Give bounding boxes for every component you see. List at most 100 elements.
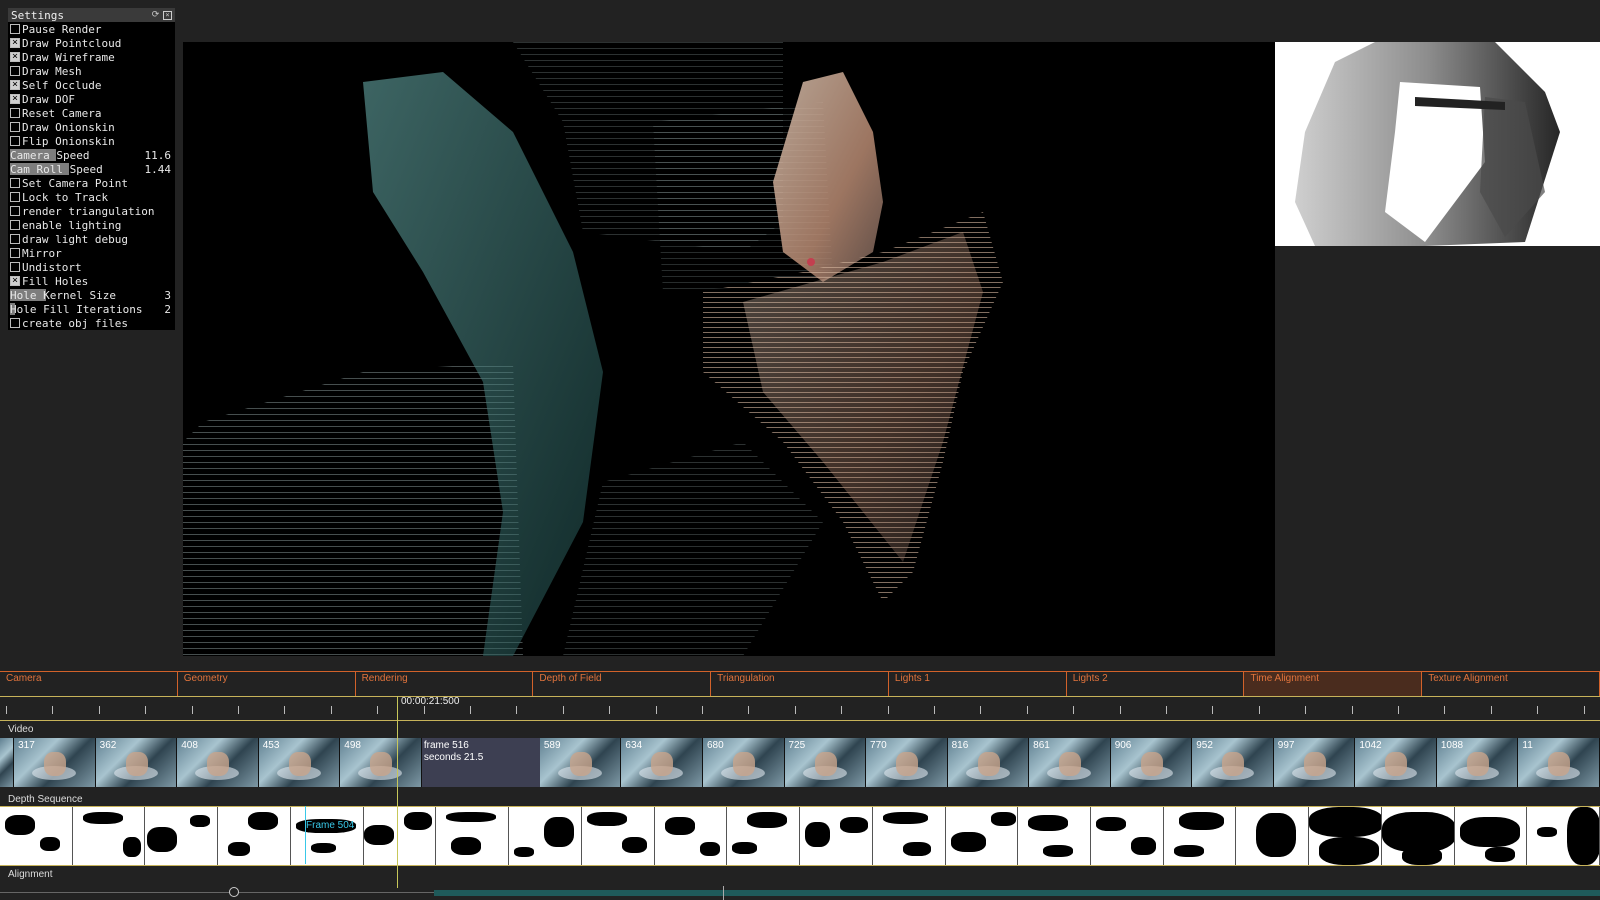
- depth-frame-thumbnail[interactable]: [727, 807, 801, 865]
- tab-geometry[interactable]: Geometry: [178, 672, 356, 696]
- setting-checkbox-row[interactable]: render triangulation: [8, 204, 175, 218]
- playhead[interactable]: [397, 696, 398, 888]
- setting-checkbox-row[interactable]: × Fill Holes: [8, 274, 175, 288]
- timeline-scrollbar[interactable]: [0, 886, 1600, 900]
- checkbox[interactable]: [10, 66, 20, 76]
- video-frame-thumbnail[interactable]: 997: [1273, 738, 1356, 787]
- video-frame-thumbnail[interactable]: 408: [177, 738, 259, 787]
- setting-checkbox-row[interactable]: × Draw Wireframe: [8, 50, 175, 64]
- setting-checkbox-row[interactable]: × Draw DOF: [8, 92, 175, 106]
- setting-slider[interactable]: Hole Kernel Size 3: [8, 288, 175, 302]
- checkbox[interactable]: ×: [10, 52, 20, 62]
- checkbox[interactable]: [10, 24, 20, 34]
- setting-checkbox-row[interactable]: × Self Occlude: [8, 78, 175, 92]
- checkbox[interactable]: [10, 136, 20, 146]
- depth-frame-thumbnail[interactable]: [800, 807, 873, 865]
- video-frame-thumbnail[interactable]: 906: [1110, 738, 1193, 787]
- video-frame-thumbnail[interactable]: 317: [14, 738, 96, 787]
- video-frame-thumbnail[interactable]: 362: [95, 738, 178, 787]
- depth-frame-thumbnail[interactable]: [436, 807, 510, 865]
- checkbox[interactable]: [10, 318, 20, 328]
- tab-depth-of-field[interactable]: Depth of Field: [533, 672, 712, 696]
- checkbox[interactable]: [10, 248, 20, 258]
- video-frame-thumbnail[interactable]: 952: [1192, 738, 1274, 787]
- depth-track[interactable]: [0, 806, 1600, 866]
- video-frame-thumbnail[interactable]: 634: [621, 738, 703, 787]
- setting-checkbox-row[interactable]: × Draw Pointcloud: [8, 36, 175, 50]
- video-track[interactable]: 317 362 408 453 498 frame 516 seconds 21.5 589 6…: [0, 738, 1600, 787]
- video-frame-thumbnail[interactable]: 11: [1518, 738, 1600, 787]
- video-frame-thumbnail[interactable]: 816: [947, 738, 1030, 787]
- checkbox[interactable]: ×: [10, 276, 20, 286]
- checkbox[interactable]: [10, 234, 20, 244]
- tab-rendering[interactable]: Rendering: [356, 672, 534, 696]
- depth-frame-thumbnail[interactable]: [945, 807, 1019, 865]
- checkbox[interactable]: [10, 220, 20, 230]
- depth-frame-thumbnail[interactable]: [145, 807, 219, 865]
- setting-checkbox-row[interactable]: Undistort: [8, 260, 175, 274]
- setting-checkbox-row[interactable]: Pause Render: [8, 22, 175, 36]
- depth-frame-thumbnail[interactable]: [1381, 807, 1455, 865]
- depth-frame-thumbnail[interactable]: [581, 807, 655, 865]
- depth-frame-thumbnail[interactable]: [509, 807, 582, 865]
- depth-frame-thumbnail[interactable]: [218, 807, 291, 865]
- video-frame-thumbnail[interactable]: 861: [1029, 738, 1111, 787]
- setting-checkbox-row[interactable]: Mirror: [8, 246, 175, 260]
- tab-lights-1[interactable]: Lights 1: [889, 672, 1067, 696]
- depth-frame-thumbnail[interactable]: [1309, 807, 1382, 865]
- depth-frame-thumbnail[interactable]: [1454, 807, 1528, 865]
- setting-checkbox-row[interactable]: draw light debug: [8, 232, 175, 246]
- depth-frame-thumbnail[interactable]: [1091, 807, 1164, 865]
- tab-texture-alignment[interactable]: Texture Alignment: [1422, 672, 1600, 696]
- checkbox[interactable]: ×: [10, 38, 20, 48]
- video-frame-thumbnail[interactable]: 453: [258, 738, 341, 787]
- checkbox[interactable]: [10, 122, 20, 132]
- video-frame-thumbnail[interactable]: 770: [866, 738, 948, 787]
- depth-frame-thumbnail[interactable]: [654, 807, 728, 865]
- tab-camera[interactable]: Camera: [0, 672, 178, 696]
- checkbox[interactable]: [10, 108, 20, 118]
- close-icon[interactable]: ×: [163, 10, 172, 20]
- checkbox[interactable]: [10, 192, 20, 202]
- checkbox[interactable]: [10, 206, 20, 216]
- setting-checkbox-row[interactable]: Set Camera Point: [8, 176, 175, 190]
- tab-lights-2[interactable]: Lights 2: [1067, 672, 1245, 696]
- video-frame-thumbnail[interactable]: 1042: [1355, 738, 1437, 787]
- video-frame-thumbnail[interactable]: 498: [340, 738, 422, 787]
- tab-time-alignment[interactable]: Time Alignment: [1244, 672, 1423, 696]
- refresh-icon[interactable]: ⟳: [151, 10, 160, 20]
- scrollbar-handle[interactable]: [229, 887, 239, 897]
- depth-frame-thumbnail[interactable]: [290, 807, 364, 865]
- video-frame-thumbnail[interactable]: 680: [702, 738, 785, 787]
- depth-frame-thumbnail[interactable]: [363, 807, 437, 865]
- video-frame-thumbnail[interactable]: 1088: [1436, 738, 1519, 787]
- setting-checkbox-row[interactable]: Draw Mesh: [8, 64, 175, 78]
- checkbox[interactable]: ×: [10, 94, 20, 104]
- setting-checkbox-row[interactable]: Flip Onionskin: [8, 134, 175, 148]
- setting-checkbox-row[interactable]: Reset Camera: [8, 106, 175, 120]
- setting-checkbox-row[interactable]: Draw Onionskin: [8, 120, 175, 134]
- depth-frame-thumbnail[interactable]: [1018, 807, 1092, 865]
- depth-frame-thumbnail[interactable]: [872, 807, 946, 865]
- setting-checkbox-row[interactable]: enable lighting: [8, 218, 175, 232]
- depth-frame-thumbnail[interactable]: [72, 807, 146, 865]
- video-frame-thumbnail[interactable]: 589: [539, 738, 622, 787]
- checkbox[interactable]: [10, 262, 20, 272]
- setting-checkbox-row[interactable]: Lock to Track: [8, 190, 175, 204]
- render-viewport[interactable]: [183, 42, 1275, 656]
- setting-slider[interactable]: Cam Roll Speed 1.44: [8, 162, 175, 176]
- setting-slider[interactable]: Hole Fill Iterations 2: [8, 302, 175, 316]
- depth-frame-thumbnail[interactable]: [1236, 807, 1310, 865]
- setting-checkbox-row[interactable]: create obj files: [8, 316, 175, 330]
- time-ruler[interactable]: 00:00:21:500: [0, 696, 1600, 721]
- checkbox[interactable]: ×: [10, 80, 20, 90]
- settings-titlebar[interactable]: Settings ⟳ ×: [8, 8, 175, 22]
- depth-frame-thumbnail[interactable]: [1163, 807, 1237, 865]
- setting-slider[interactable]: Camera Speed 11.6: [8, 148, 175, 162]
- depth-frame-thumbnail[interactable]: [1527, 807, 1600, 865]
- scrollbar-range[interactable]: [434, 890, 1600, 896]
- video-frame-thumbnail[interactable]: 725: [784, 738, 867, 787]
- depth-frame-thumbnail[interactable]: [0, 807, 73, 865]
- checkbox[interactable]: [10, 178, 20, 188]
- tab-triangulation[interactable]: Triangulation: [711, 672, 889, 696]
